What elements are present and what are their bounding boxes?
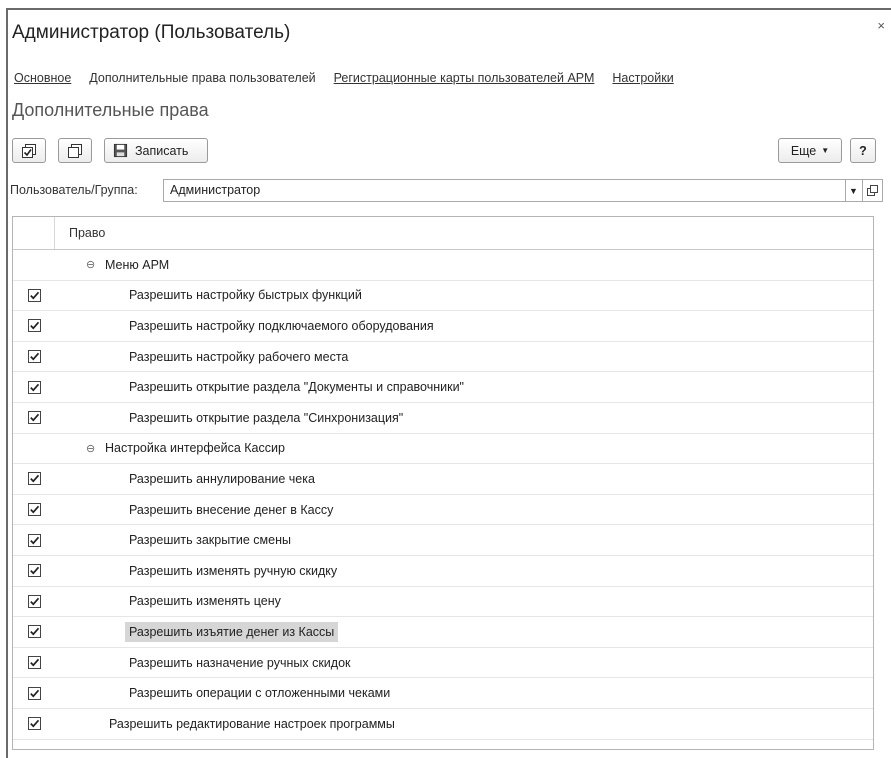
table-row[interactable]: Разрешить аннулирование чека	[13, 464, 873, 495]
permission-checkbox[interactable]	[13, 587, 55, 617]
permission-label: Разрешить открытие раздела "Синхронизаци…	[129, 410, 404, 425]
chevron-down-icon: ▼	[821, 146, 830, 155]
save-button[interactable]: Записать	[104, 138, 208, 163]
window-title: Администратор (Пользователь)	[12, 22, 291, 43]
table-row[interactable]: Разрешить настройку быстрых функций	[13, 281, 873, 312]
tab-registration-cards[interactable]: Регистрационные карты пользователей АРМ	[334, 71, 595, 85]
table-row[interactable]: Разрешить операции с отложенными чеками	[13, 678, 873, 709]
permission-checkbox[interactable]	[13, 678, 55, 708]
user-group-field[interactable]: Администратор	[163, 179, 846, 202]
permission-label: Разрешить операции с отложенными чеками	[129, 686, 391, 701]
table-row[interactable]: Разрешить изменять цену	[13, 587, 873, 618]
check-all-button[interactable]	[12, 138, 46, 163]
more-button-label: Еще	[790, 143, 817, 158]
permission-label: Разрешить настройку рабочего места	[129, 349, 349, 364]
permission-checkbox[interactable]	[13, 372, 55, 402]
permission-label: Разрешить изъятие денег из Кассы	[125, 621, 339, 642]
permission-checkbox[interactable]	[13, 525, 55, 555]
uncheck-all-button[interactable]	[58, 138, 92, 163]
permission-label: Разрешить назначение ручных скидок	[129, 655, 351, 670]
table-row[interactable]: Разрешить внесение денег в Кассу	[13, 495, 873, 526]
uncheck-all-icon	[68, 143, 82, 158]
empty-check-cell	[13, 250, 55, 280]
save-button-label: Записать	[135, 143, 189, 158]
permission-checkbox[interactable]	[13, 342, 55, 372]
tab-additional-rights[interactable]: Дополнительные права пользователей	[89, 71, 315, 85]
group-label: Меню АРМ	[105, 257, 170, 272]
check-column-header	[13, 217, 55, 249]
section-title: Дополнительные права	[12, 100, 209, 120]
permission-label: Разрешить аннулирование чека	[129, 471, 315, 486]
group-row[interactable]: ⊖ Меню АРМ	[13, 250, 873, 281]
close-icon[interactable]: ×	[877, 18, 885, 33]
help-button[interactable]: ?	[850, 138, 876, 163]
permission-checkbox[interactable]	[13, 709, 55, 739]
tab-main[interactable]: Основное	[14, 71, 71, 85]
group-row[interactable]: ⊖ Настройка интерфейса Кассир	[13, 434, 873, 465]
tab-settings[interactable]: Настройки	[612, 71, 673, 85]
table-row[interactable]: Разрешить изъятие денег из Кассы	[13, 617, 873, 648]
table-header: Право	[13, 217, 873, 250]
collapse-icon[interactable]: ⊖	[86, 442, 95, 455]
table-row[interactable]: Разрешить настройку подключаемого оборуд…	[13, 311, 873, 342]
check-all-icon	[22, 143, 36, 158]
group-label: Настройка интерфейса Кассир	[105, 441, 285, 456]
permission-checkbox[interactable]	[13, 556, 55, 586]
dropdown-arrow-icon[interactable]: ▼	[845, 179, 863, 202]
toolbar: Записать Еще ▼ ?	[12, 138, 883, 164]
table-row[interactable]: Разрешить закрытие смены	[13, 525, 873, 556]
tab-bar: Основное Дополнительные права пользовате…	[14, 71, 692, 85]
permission-label: Разрешить изменять цену	[129, 594, 281, 609]
empty-check-cell	[13, 434, 55, 464]
permission-checkbox[interactable]	[13, 648, 55, 678]
permission-label: Разрешить открытие раздела "Документы и …	[129, 380, 464, 395]
column-header-right: Право	[69, 226, 106, 240]
floppy-disk-icon	[113, 143, 128, 158]
permission-checkbox[interactable]	[13, 403, 55, 433]
table-row[interactable]: Разрешить настройку рабочего места	[13, 342, 873, 373]
user-group-row: Пользователь/Группа: Администратор ▼	[10, 179, 883, 202]
permission-checkbox[interactable]	[13, 617, 55, 647]
table-row[interactable]: Разрешить редактирование настроек програ…	[13, 709, 873, 740]
permission-label: Разрешить настройку быстрых функций	[129, 288, 362, 303]
permission-checkbox[interactable]	[13, 311, 55, 341]
rights-table: Право ⊖ Меню АРМ Разрешить настройку быстр…	[12, 216, 874, 750]
table-row[interactable]: Разрешить открытие раздела "Документы и …	[13, 372, 873, 403]
table-row[interactable]: Разрешить открытие раздела "Синхронизаци…	[13, 403, 873, 434]
permission-label: Разрешить изменять ручную скидку	[129, 563, 338, 578]
permission-label: Разрешить настройку подключаемого оборуд…	[129, 318, 434, 333]
table-row[interactable]: Разрешить назначение ручных скидок	[13, 648, 873, 679]
table-body: ⊖ Меню АРМ Разрешить настройку быстрых фун…	[13, 250, 873, 740]
collapse-icon[interactable]: ⊖	[86, 258, 95, 271]
open-icon[interactable]	[863, 179, 883, 202]
table-row[interactable]: Разрешить изменять ручную скидку	[13, 556, 873, 587]
user-group-label: Пользователь/Группа:	[10, 183, 138, 197]
permission-checkbox[interactable]	[13, 281, 55, 311]
permission-checkbox[interactable]	[13, 464, 55, 494]
permission-checkbox[interactable]	[13, 495, 55, 525]
permission-label: Разрешить закрытие смены	[129, 533, 291, 548]
permission-label: Разрешить внесение денег в Кассу	[129, 502, 334, 517]
more-button[interactable]: Еще ▼	[778, 138, 842, 163]
permission-label: Разрешить редактирование настроек програ…	[109, 716, 395, 731]
